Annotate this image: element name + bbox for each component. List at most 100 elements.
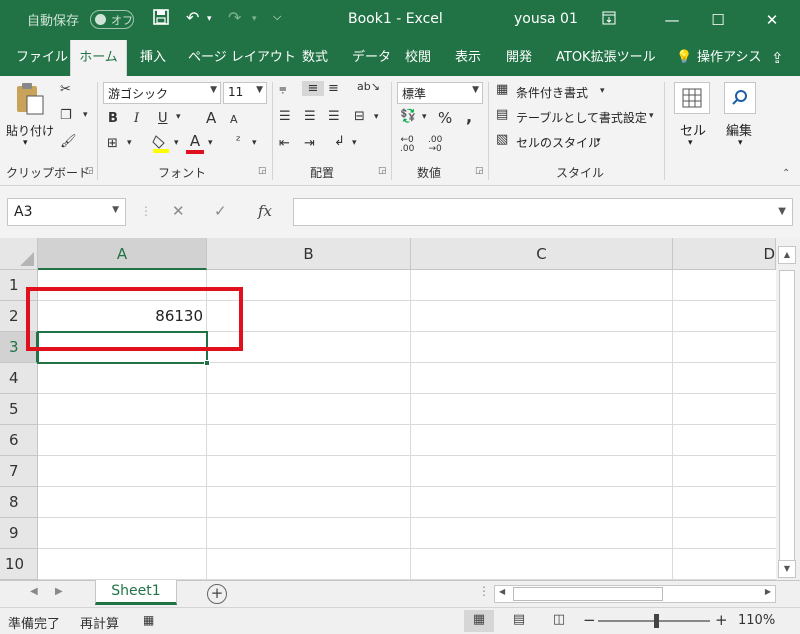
fill-color-icon[interactable] xyxy=(152,134,170,158)
zoom-out-icon[interactable]: − xyxy=(583,611,596,629)
search-icon[interactable] xyxy=(724,82,756,114)
copy-icon[interactable]: ❐ xyxy=(60,108,72,123)
conditional-format-dropdown-icon[interactable]: ▾ xyxy=(600,86,605,96)
format-as-table-button[interactable]: テーブルとして書式設定 xyxy=(516,109,647,126)
add-sheet-icon[interactable]: + xyxy=(207,584,227,604)
currency-icon[interactable]: 💱 xyxy=(400,109,416,124)
tab-home[interactable]: ホーム xyxy=(70,40,127,78)
row-header-6[interactable]: 6 xyxy=(0,425,38,456)
clipboard-launcher-icon[interactable]: ◲ xyxy=(85,166,94,176)
tab-view[interactable]: 表示 xyxy=(455,40,481,76)
maximize-icon[interactable]: ☐ xyxy=(698,6,738,34)
scrollbar-thumb[interactable] xyxy=(779,270,795,570)
cells-button[interactable]: セル xyxy=(680,120,706,139)
percent-button[interactable]: % xyxy=(438,109,452,127)
column-header-d[interactable]: D xyxy=(673,238,776,270)
cell-styles-icon[interactable]: ▧ xyxy=(496,132,508,147)
align-right-icon[interactable]: ☰ xyxy=(328,109,340,124)
tell-me-search[interactable]: 操作アシス xyxy=(697,40,761,76)
enter-icon[interactable]: ✓ xyxy=(214,202,227,220)
tab-insert[interactable]: 挿入 xyxy=(140,40,166,76)
ribbon-display-icon[interactable] xyxy=(589,6,629,34)
font-color-button[interactable]: A xyxy=(186,132,204,154)
copy-dropdown-icon[interactable]: ▾ xyxy=(83,110,88,120)
row-header-4[interactable]: 4 xyxy=(0,363,38,394)
row-header-8[interactable]: 8 xyxy=(0,487,38,518)
increase-indent-icon[interactable]: ⇥ xyxy=(304,136,315,151)
minimize-icon[interactable]: — xyxy=(652,6,692,34)
row-header-5[interactable]: 5 xyxy=(0,394,38,425)
column-header-b[interactable]: B xyxy=(207,238,411,270)
expand-formula-bar-icon[interactable]: ▼ xyxy=(778,206,786,217)
paste-button[interactable]: 貼り付け xyxy=(6,122,54,139)
close-icon[interactable]: ✕ xyxy=(752,6,792,34)
zoom-slider-knob[interactable] xyxy=(654,614,659,628)
save-icon[interactable] xyxy=(152,8,170,30)
cut-icon[interactable]: ✂ xyxy=(60,82,71,97)
font-color-dropdown-icon[interactable]: ▾ xyxy=(208,138,213,148)
italic-button[interactable]: I xyxy=(134,111,139,126)
collapse-ribbon-icon[interactable]: ⌃ xyxy=(782,168,790,179)
border-dropdown-icon[interactable]: ▾ xyxy=(127,138,132,148)
orientation-icon[interactable]: ab↘ xyxy=(357,80,380,93)
font-size-combo[interactable]: 11 ▼ xyxy=(223,82,267,104)
font-launcher-icon[interactable]: ◲ xyxy=(258,166,267,176)
prev-sheet-icon[interactable]: ◀ xyxy=(30,586,38,597)
tab-formulas[interactable]: 数式 xyxy=(302,40,328,76)
scroll-down-icon[interactable]: ▼ xyxy=(778,560,796,578)
wrap-dropdown-icon[interactable]: ▾ xyxy=(352,138,357,148)
horizontal-scrollbar[interactable]: ◀ ▶ xyxy=(494,585,776,603)
paste-icon[interactable] xyxy=(12,82,46,116)
paste-dropdown-icon[interactable]: ▾ xyxy=(23,138,28,148)
number-launcher-icon[interactable]: ◲ xyxy=(475,166,484,176)
editing-dropdown-icon[interactable]: ▾ xyxy=(738,138,743,148)
merge-center-icon[interactable]: ⊟ xyxy=(354,109,365,124)
align-left-icon[interactable]: ☰ xyxy=(279,109,291,124)
bold-button[interactable]: B xyxy=(108,111,118,126)
format-as-table-dropdown-icon[interactable]: ▾ xyxy=(649,111,654,121)
row-header-10[interactable]: 10 xyxy=(0,549,38,580)
tab-atok[interactable]: ATOK拡張ツール xyxy=(556,40,656,76)
tab-developer[interactable]: 開発 xyxy=(506,40,532,76)
cells-dropdown-icon[interactable]: ▾ xyxy=(688,138,693,148)
border-icon[interactable]: ⊞ xyxy=(107,136,118,151)
page-break-view-icon[interactable]: ◫ xyxy=(544,610,574,632)
insert-function-button[interactable]: fx xyxy=(258,202,272,220)
name-box[interactable]: A3 ▼ xyxy=(7,198,126,226)
redo-icon[interactable]: ↷ xyxy=(228,8,241,27)
increase-decimal-icon[interactable]: ←0.00 xyxy=(400,136,414,154)
decrease-indent-icon[interactable]: ⇤ xyxy=(279,136,290,151)
tab-file[interactable]: ファイル xyxy=(16,40,68,76)
column-header-c[interactable]: C xyxy=(411,238,673,270)
align-bottom-icon[interactable]: ≡ xyxy=(328,81,339,96)
customize-qat-icon[interactable]: ⌵ xyxy=(273,10,281,24)
scroll-left-icon[interactable]: ◀ xyxy=(499,587,505,596)
redo-dropdown-icon[interactable]: ▾ xyxy=(252,14,257,24)
currency-dropdown-icon[interactable]: ▾ xyxy=(422,112,427,122)
align-top-icon[interactable]: ⩦ xyxy=(279,81,287,96)
select-all-button[interactable] xyxy=(0,238,38,270)
fill-handle[interactable] xyxy=(204,360,210,366)
sheet-tab-sheet1[interactable]: Sheet1 xyxy=(95,580,177,605)
comma-button[interactable]: , xyxy=(466,107,472,126)
row-header-7[interactable]: 7 xyxy=(0,456,38,487)
normal-view-icon[interactable]: ▦ xyxy=(464,610,494,632)
font-name-combo[interactable]: 游ゴシック ▼ xyxy=(103,82,221,104)
user-name[interactable]: yousa 01 xyxy=(514,11,578,27)
cells-icon[interactable] xyxy=(674,82,710,114)
cell-styles-dropdown-icon[interactable]: ▾ xyxy=(596,136,601,146)
row-header-9[interactable]: 9 xyxy=(0,518,38,549)
macro-record-icon[interactable]: ▦ xyxy=(143,613,154,627)
cancel-icon[interactable]: ✕ xyxy=(172,202,185,220)
phonetic-icon[interactable]: ᶻ xyxy=(236,134,241,149)
underline-button[interactable]: U xyxy=(158,111,168,126)
autosave-toggle[interactable]: オフ xyxy=(90,10,134,29)
scroll-up-icon[interactable]: ▲ xyxy=(778,246,796,264)
zoom-in-icon[interactable]: + xyxy=(715,611,728,629)
scroll-right-icon[interactable]: ▶ xyxy=(765,587,771,596)
wrap-text-icon[interactable]: ↲ xyxy=(334,134,345,149)
underline-dropdown-icon[interactable]: ▾ xyxy=(176,112,181,122)
share-icon[interactable]: ⇪ xyxy=(771,40,784,76)
tab-page-layout[interactable]: ページ レイアウト xyxy=(188,40,296,76)
undo-dropdown-icon[interactable]: ▾ xyxy=(207,14,212,24)
